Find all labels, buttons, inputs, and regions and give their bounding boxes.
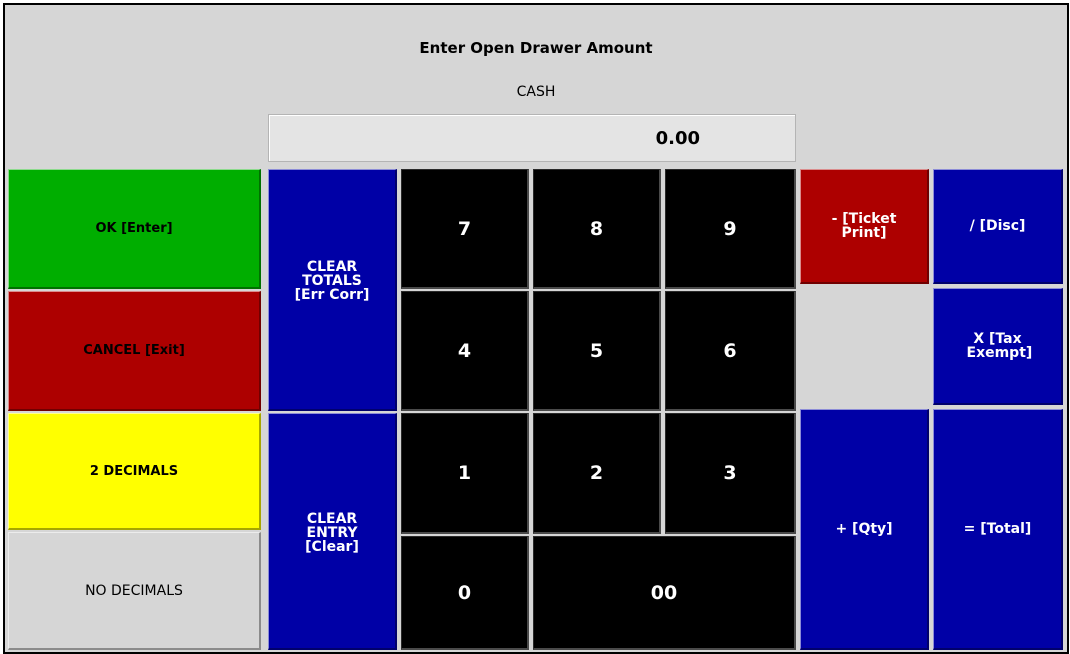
minus-ticket-print-label: - [Ticket Print] [831,211,897,241]
key-1-label: 1 [457,462,472,484]
key-7[interactable]: 7 [401,169,529,289]
key-6[interactable]: 6 [665,291,796,411]
key-2[interactable]: 2 [533,413,661,534]
key-1[interactable]: 1 [401,413,529,534]
key-7-label: 7 [457,217,472,240]
clear-entry-label: CLEAR ENTRY [Clear] [305,511,359,555]
key-00[interactable]: 00 [533,536,796,650]
no-decimals-button[interactable]: NO DECIMALS [8,532,261,650]
key-6-label: 6 [723,339,737,362]
two-decimals-label: 2 DECIMALS [89,463,179,479]
ok-button[interactable]: OK [Enter] [8,169,261,289]
key-4[interactable]: 4 [401,291,529,411]
no-decimals-label: NO DECIMALS [85,582,183,599]
key-5-label: 5 [589,339,604,362]
amount-value: 0.00 [655,127,700,149]
cancel-button-label: CANCEL [Exit] [83,343,185,358]
amount-display: 0.00 [268,114,796,162]
key-00-label: 00 [650,581,678,604]
divide-disc-label: / [Disc] [969,218,1026,234]
clear-totals-button[interactable]: CLEAR TOTALS [Err Corr] [268,169,397,411]
key-0[interactable]: 0 [401,536,529,650]
cancel-button[interactable]: CANCEL [Exit] [8,291,261,411]
plus-qty-label: + [Qty] [835,521,893,537]
ok-button-label: OK [Enter] [95,221,173,236]
key-9-label: 9 [723,217,737,240]
divide-disc-button[interactable]: / [Disc] [933,169,1063,284]
key-8[interactable]: 8 [533,169,661,289]
multiply-tax-exempt-label: X [Tax Exempt] [966,331,1033,361]
key-2-label: 2 [589,462,604,484]
key-0-label: 0 [457,581,472,604]
key-4-label: 4 [457,339,472,362]
key-3[interactable]: 3 [665,413,796,534]
equals-total-button[interactable]: = [Total] [933,409,1063,650]
open-drawer-dialog: Enter Open Drawer Amount CASH 0.00 OK [E… [3,3,1069,654]
plus-qty-button[interactable]: + [Qty] [800,409,929,650]
key-8-label: 8 [589,217,604,240]
tender-type-label: CASH [516,84,556,100]
minus-ticket-print-button[interactable]: - [Ticket Print] [800,169,929,284]
equals-total-label: = [Total] [963,521,1032,537]
key-3-label: 3 [723,462,737,484]
clear-entry-button[interactable]: CLEAR ENTRY [Clear] [268,413,397,650]
two-decimals-button[interactable]: 2 DECIMALS [8,413,261,530]
clear-totals-label: CLEAR TOTALS [Err Corr] [294,259,370,303]
multiply-tax-exempt-button[interactable]: X [Tax Exempt] [933,288,1063,405]
key-5[interactable]: 5 [533,291,661,411]
key-9[interactable]: 9 [665,169,796,289]
dialog-title: Enter Open Drawer Amount [419,39,653,57]
